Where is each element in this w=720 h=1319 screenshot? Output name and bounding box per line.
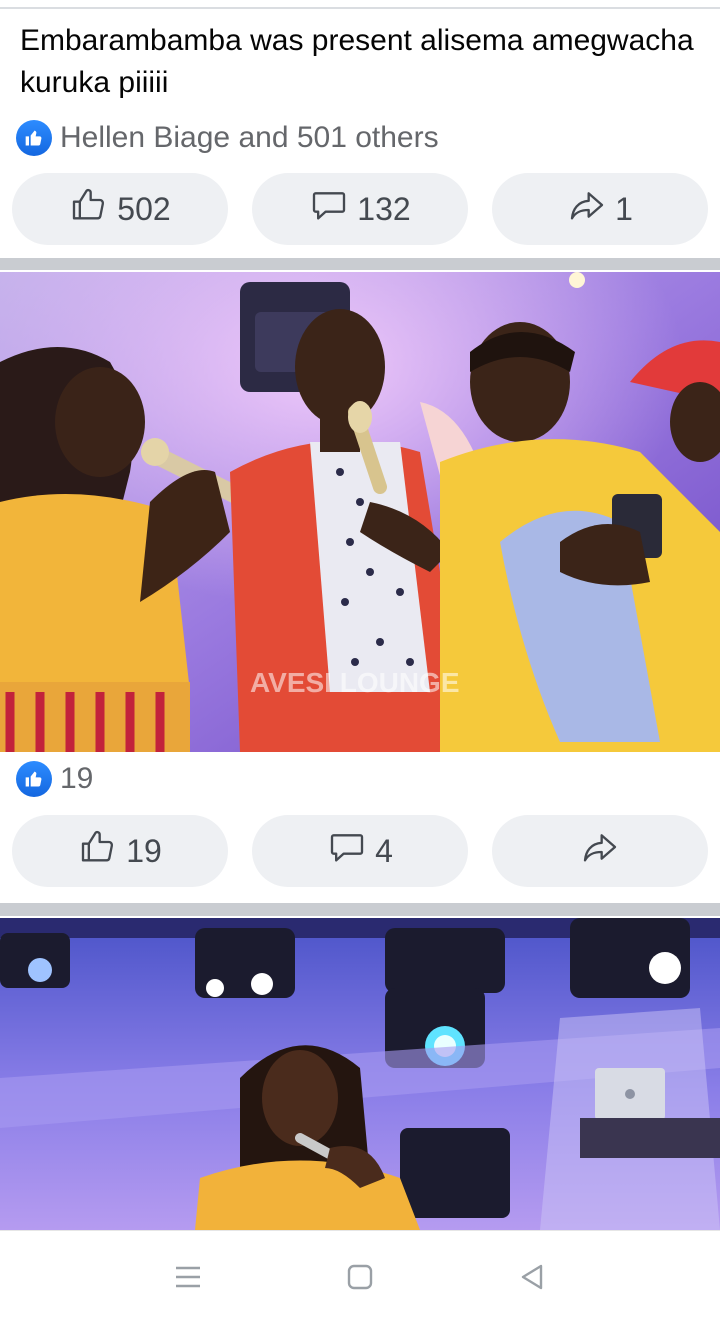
post-photo-2[interactable] bbox=[0, 918, 720, 1230]
photo-watermark: AVESI LOUNGE bbox=[250, 667, 460, 698]
post-text: Embarambamba was present alisema amegwac… bbox=[20, 24, 694, 99]
thumbs-up-icon bbox=[78, 827, 118, 875]
thumbs-up-icon bbox=[69, 185, 109, 233]
top-divider bbox=[0, 7, 720, 9]
reactions-summary[interactable]: Hellen Biage and 501 others bbox=[16, 118, 439, 158]
section-divider bbox=[0, 903, 720, 916]
home-square-icon[interactable] bbox=[340, 1259, 380, 1295]
photo-share-button[interactable] bbox=[492, 815, 708, 887]
like-button[interactable]: 502 bbox=[12, 173, 228, 245]
photo-comment-button[interactable]: 4 bbox=[252, 815, 468, 887]
share-count: 1 bbox=[615, 190, 633, 227]
share-icon bbox=[580, 827, 620, 875]
menu-icon[interactable] bbox=[168, 1259, 208, 1295]
comment-button[interactable]: 132 bbox=[252, 173, 468, 245]
back-triangle-icon[interactable] bbox=[512, 1259, 552, 1295]
share-button[interactable]: 1 bbox=[492, 173, 708, 245]
photo-like-count: 19 bbox=[126, 832, 162, 869]
system-nav-bar bbox=[0, 1230, 720, 1319]
comment-count: 132 bbox=[357, 190, 411, 227]
post-photo-1[interactable]: AVESI LOUNGE bbox=[0, 272, 720, 752]
comment-icon bbox=[309, 185, 349, 233]
share-icon bbox=[567, 185, 607, 233]
photo-reactions-count: 19 bbox=[60, 762, 94, 795]
photo-like-button[interactable]: 19 bbox=[12, 815, 228, 887]
post-action-row: 502 132 1 bbox=[12, 173, 708, 245]
reactions-summary-text: Hellen Biage and 501 others bbox=[60, 121, 439, 154]
section-divider bbox=[0, 258, 720, 270]
photo-comment-count: 4 bbox=[375, 832, 393, 869]
like-badge-icon bbox=[16, 761, 52, 797]
photo-reactions-summary[interactable]: 19 bbox=[16, 759, 93, 799]
comment-icon bbox=[327, 827, 367, 875]
photo-action-row: 19 4 bbox=[12, 815, 708, 887]
like-badge-icon bbox=[16, 120, 52, 156]
like-count: 502 bbox=[117, 190, 171, 227]
